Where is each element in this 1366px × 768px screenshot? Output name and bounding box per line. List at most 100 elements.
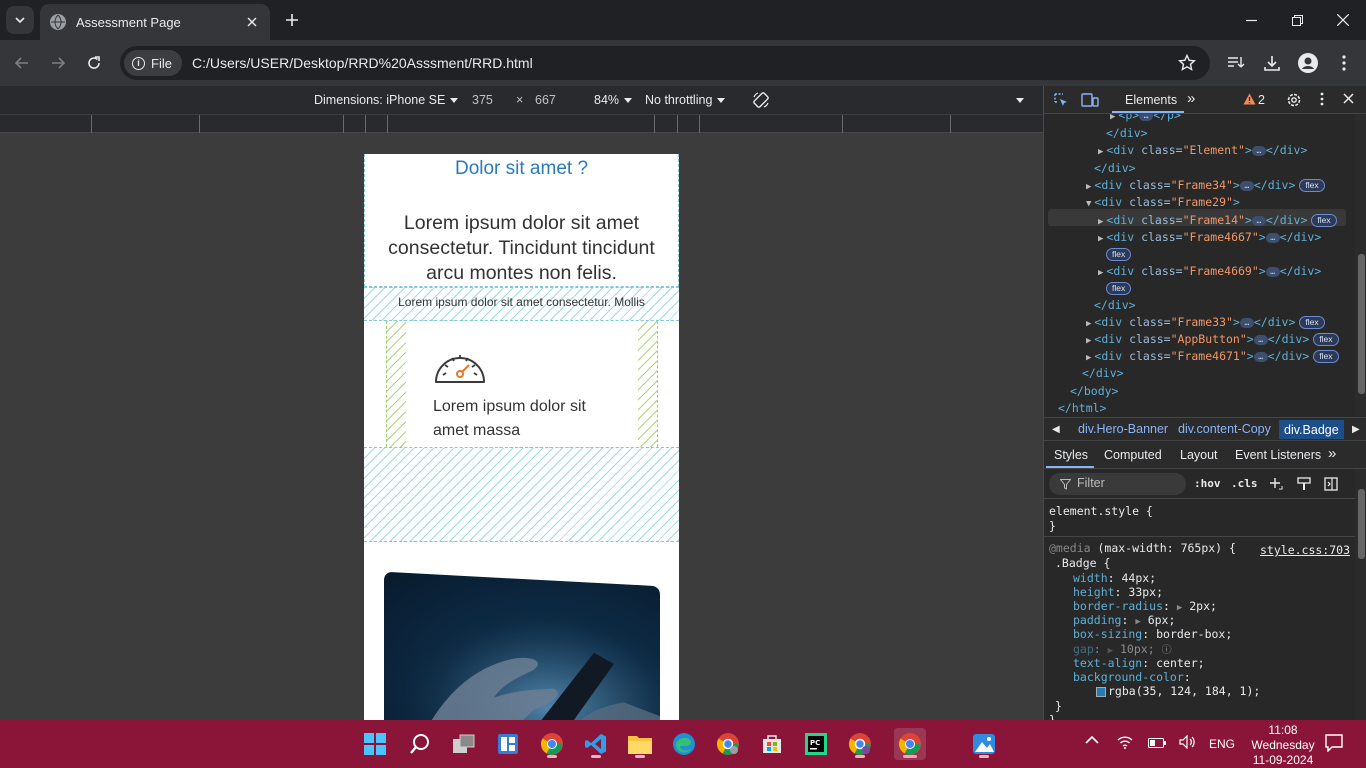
css-declaration[interactable]: padding: ▶ 6px; — [1073, 613, 1175, 628]
task-view-icon[interactable] — [448, 728, 480, 760]
dom-node[interactable]: ▶ <div class="Frame4669">… </div> — [1098, 264, 1321, 281]
breadcrumb-item[interactable]: div.content-Copy — [1178, 422, 1271, 436]
show-hidden-icons-chevron-icon[interactable] — [1085, 734, 1099, 748]
css-declaration[interactable]: text-align: center; — [1073, 656, 1205, 671]
scrollbar-thumb[interactable] — [1358, 254, 1365, 394]
bookmark-star-icon[interactable] — [1177, 53, 1197, 77]
search-icon[interactable] — [404, 728, 436, 760]
flex-badge[interactable]: flex — [1299, 179, 1325, 192]
restore-icon[interactable] — [1274, 0, 1320, 40]
new-rule-plus-icon[interactable] — [1269, 476, 1283, 495]
css-declaration[interactable]: border-radius: ▶ 2px; — [1073, 599, 1217, 614]
dom-node[interactable]: </div> — [1094, 161, 1136, 178]
close-devtools-icon[interactable] — [1343, 93, 1354, 107]
site-info-chip[interactable]: i File — [124, 50, 182, 76]
tab-layout[interactable]: Layout — [1180, 448, 1218, 462]
device-options-caret-icon[interactable] — [1016, 93, 1024, 107]
element-style-rule[interactable]: element.style { — [1049, 504, 1153, 519]
dom-tree[interactable]: ▶ <p>… </p> </div> ▶ <div class="Element">…… — [1044, 114, 1355, 416]
minimize-icon[interactable] — [1228, 0, 1274, 40]
dom-node[interactable]: ▶ <div class="Frame4671">… </div> flex — [1086, 349, 1339, 366]
widgets-icon[interactable] — [492, 728, 524, 760]
dom-tree-scrollbar[interactable] — [1355, 114, 1366, 416]
flex-badge[interactable]: flex — [1299, 316, 1325, 329]
file-explorer-icon[interactable] — [624, 728, 656, 760]
zoom-select[interactable]: 84% — [594, 93, 633, 107]
devtools-menu-icon[interactable] — [1320, 92, 1324, 109]
chrome-alt-profile-icon[interactable] — [844, 728, 876, 760]
browser-tab[interactable]: Assessment Page — [40, 4, 270, 40]
styles-filter-input[interactable]: Filter — [1049, 473, 1186, 495]
flex-badge[interactable]: flex — [1106, 282, 1132, 295]
dom-node[interactable]: </div> — [1094, 298, 1136, 315]
flex-badge[interactable]: flex — [1313, 350, 1339, 363]
flex-badge[interactable]: flex — [1313, 333, 1339, 346]
language-indicator[interactable]: ENG — [1209, 737, 1235, 751]
photos-icon[interactable] — [968, 728, 1000, 760]
dom-node[interactable]: ▶ <div class="Frame33">… </div> flex — [1086, 315, 1325, 332]
tab-close-icon[interactable] — [244, 14, 260, 30]
breadcrumb-item[interactable]: div.Hero-Banner — [1078, 422, 1168, 436]
sidebar-toggle-icon[interactable] — [1324, 476, 1338, 495]
inspect-element-icon[interactable] — [1053, 92, 1069, 111]
scrollbar-thumb[interactable] — [1358, 489, 1365, 559]
styles-scrollbar[interactable] — [1355, 469, 1366, 720]
vscode-icon[interactable] — [580, 728, 612, 760]
dom-node-selected[interactable]: ▶ <div class="Frame14">… </div> flex — [1098, 213, 1337, 230]
dom-node[interactable]: </div> — [1082, 366, 1124, 383]
throttling-select[interactable]: No throttling — [645, 93, 726, 107]
back-arrow-icon[interactable] — [10, 51, 34, 75]
device-toggle-icon[interactable] — [1081, 92, 1099, 111]
wifi-icon[interactable] — [1117, 735, 1133, 752]
styles-pane[interactable]: element.style { } @media (max-width: 765… — [1044, 499, 1355, 720]
dom-node[interactable]: ▶ <div class="Element">… </div> — [1098, 143, 1307, 160]
dom-node[interactable]: ▶ <div class="Frame34">… </div> flex — [1086, 178, 1325, 195]
dom-node[interactable]: ▶ <div class="AppButton">… </div> flex — [1086, 332, 1339, 349]
microsoft-store-icon[interactable] — [756, 728, 788, 760]
pycharm-icon[interactable]: PC — [800, 728, 832, 760]
dimensions-select[interactable]: Dimensions: iPhone SE — [314, 93, 459, 107]
dom-node[interactable]: </div> — [1106, 126, 1148, 143]
breadcrumb-right-arrow-icon[interactable]: ▶ — [1352, 424, 1360, 435]
chrome-icon[interactable] — [536, 728, 568, 760]
battery-icon[interactable] — [1148, 737, 1166, 751]
breadcrumb-left-arrow-icon[interactable]: ◀ — [1052, 424, 1060, 435]
reload-icon[interactable] — [82, 51, 106, 75]
windows-start-icon[interactable] — [359, 728, 391, 760]
css-declaration-inactive[interactable]: gap: ▶ 10px; ⓘ — [1073, 641, 1172, 656]
warning-icon[interactable] — [1243, 93, 1256, 108]
paint-brush-icon[interactable] — [1297, 476, 1311, 495]
url-text[interactable]: C:/Users/USER/Desktop/RRD%20Asssment/RRD… — [192, 55, 533, 71]
address-bar[interactable]: i File C:/Users/USER/Desktop/RRD%20Asssm… — [120, 46, 1210, 80]
close-window-icon[interactable] — [1320, 0, 1366, 40]
dom-node-badge[interactable]: flex — [1106, 247, 1132, 264]
tab-search-button[interactable] — [6, 6, 34, 34]
css-color-value[interactable]: rgba(35, 124, 184, 1); — [1096, 684, 1260, 699]
chrome-profile-icon[interactable] — [712, 728, 744, 760]
width-input[interactable]: 375 — [472, 93, 493, 107]
rotate-icon[interactable] — [752, 91, 770, 112]
forward-arrow-icon[interactable] — [46, 51, 70, 75]
more-tabs-chevron-icon[interactable]: » — [1187, 90, 1195, 107]
cls-toggle[interactable]: .cls — [1231, 477, 1258, 490]
color-swatch[interactable] — [1096, 686, 1106, 697]
download-icon[interactable] — [1260, 51, 1284, 75]
rule-selector[interactable]: .Badge { — [1055, 556, 1110, 571]
css-declaration[interactable]: box-sizing: border-box; — [1073, 627, 1232, 642]
profile-icon[interactable] — [1296, 51, 1320, 75]
dom-node[interactable]: </html> — [1058, 401, 1106, 416]
notifications-icon[interactable] — [1325, 734, 1343, 755]
more-subtabs-chevron-icon[interactable]: » — [1328, 445, 1336, 462]
info-icon[interactable]: ⓘ — [1162, 645, 1172, 656]
dom-node[interactable]: ▶ <div class="Frame4667">… </div> — [1098, 230, 1321, 247]
issues-count[interactable]: 2 — [1258, 93, 1265, 107]
tab-styles[interactable]: Styles — [1054, 448, 1088, 462]
flex-badge[interactable]: flex — [1106, 248, 1132, 261]
settings-gear-icon[interactable] — [1286, 92, 1302, 111]
volume-icon[interactable] — [1179, 734, 1197, 752]
css-declaration[interactable]: background-color: — [1073, 670, 1191, 685]
reading-list-icon[interactable] — [1224, 51, 1248, 75]
breadcrumb-item-current[interactable]: div.Badge — [1279, 420, 1344, 439]
new-tab-icon[interactable] — [282, 10, 302, 30]
dom-node[interactable]: ▶ <p>… </p> — [1110, 114, 1181, 125]
